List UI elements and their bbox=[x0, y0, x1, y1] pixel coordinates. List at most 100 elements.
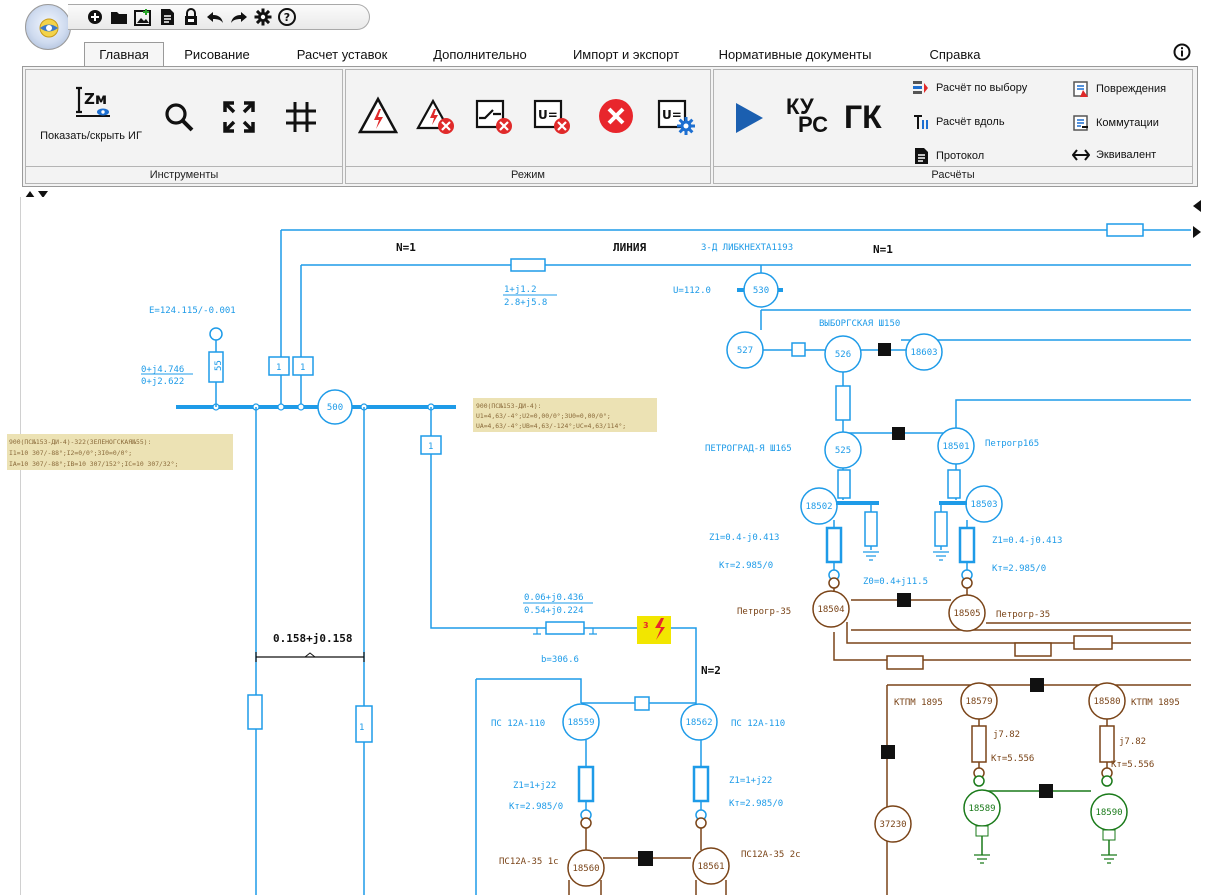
damages-button[interactable]: Повреждения bbox=[1072, 80, 1166, 98]
transformer-impedance: j7.82 bbox=[993, 730, 1020, 740]
switch-label: 1 bbox=[428, 442, 433, 452]
settings-gear-icon[interactable] bbox=[254, 8, 272, 26]
equivalent-arrows-icon bbox=[1072, 149, 1090, 161]
node-label: 18501 bbox=[942, 442, 969, 452]
substation-name: ПС 12А-110 bbox=[491, 719, 545, 729]
substation-name: Петрогр-35 bbox=[996, 610, 1050, 620]
kurs-button[interactable]: КУ РС bbox=[784, 94, 830, 142]
calc-along-label: Расчёт вдоль bbox=[936, 116, 1005, 128]
open-folder-icon[interactable] bbox=[110, 8, 128, 26]
image-icon[interactable] bbox=[134, 8, 152, 26]
fault-mode-button[interactable] bbox=[357, 96, 399, 136]
mutual-impedance: 0.158+j0.158 bbox=[273, 632, 352, 645]
gk-icon: ГК bbox=[844, 99, 882, 135]
switch-closed[interactable] bbox=[1030, 678, 1044, 692]
run-calculation-button[interactable] bbox=[730, 100, 766, 136]
node-label: 18504 bbox=[817, 605, 844, 615]
app-logo[interactable] bbox=[25, 4, 71, 50]
line-impedance[interactable] bbox=[510, 258, 546, 272]
commutations-icon bbox=[1073, 115, 1088, 131]
switch-closed[interactable] bbox=[881, 745, 895, 759]
calc-along-icon bbox=[914, 115, 928, 129]
node-label: 527 bbox=[737, 346, 753, 356]
info-icon[interactable] bbox=[1173, 43, 1191, 61]
switch-closed[interactable] bbox=[897, 593, 911, 607]
transformer-ratio: Кт=2.985/0 bbox=[719, 561, 773, 571]
voltage-remove-icon: U= bbox=[533, 99, 570, 134]
tab-main[interactable]: Главная bbox=[84, 42, 164, 66]
grid-toggle-button[interactable] bbox=[284, 100, 318, 134]
group-calculations: КУ РС ГК Расчёт по выбору Расчёт вдоль П… bbox=[713, 69, 1193, 184]
fit-view-button[interactable] bbox=[222, 100, 256, 134]
undo-icon[interactable] bbox=[206, 8, 224, 26]
close-circle-icon bbox=[599, 99, 633, 133]
impedance-element[interactable] bbox=[1106, 223, 1144, 237]
protocol-button[interactable]: Протокол bbox=[912, 147, 984, 165]
annotation-line: UA=4,63/-4°;UB=4,63/-124°;UC=4,63/114°; bbox=[476, 422, 626, 430]
scroll-left-icon[interactable] bbox=[1193, 200, 1201, 212]
svg-text:?: ? bbox=[284, 11, 290, 24]
substation-name: КТПМ 1895 bbox=[1131, 698, 1180, 708]
protocol-document-icon bbox=[915, 148, 928, 164]
generator-impedance-0: 0+j2.622 bbox=[141, 377, 184, 387]
switch-closed[interactable] bbox=[878, 343, 891, 356]
switch-closed[interactable] bbox=[892, 427, 905, 440]
generator-icon[interactable] bbox=[209, 327, 223, 341]
equivalent-button[interactable]: Эквивалент bbox=[1072, 147, 1156, 163]
switch-closed[interactable] bbox=[1039, 784, 1053, 798]
commutations-button[interactable]: Коммутации bbox=[1072, 114, 1159, 132]
document-icon[interactable] bbox=[158, 8, 176, 26]
impedance-zm-icon: Zм bbox=[76, 86, 110, 117]
transformer-ratio: Кт=5.556 bbox=[1111, 760, 1154, 770]
annotation-line: 900(ПС№153-ДИ-4): bbox=[476, 402, 541, 410]
tab-normative-docs[interactable]: Нормативные документы bbox=[702, 42, 888, 66]
voltage-settings-button[interactable]: U= bbox=[656, 96, 696, 136]
remove-voltage-button[interactable]: U= bbox=[532, 96, 572, 136]
group-tools-label: Инструменты bbox=[26, 166, 342, 183]
substation-name: КТПМ 1895 bbox=[894, 698, 943, 708]
annotation-line: IA=10 307/-88°;IB=10 307/152°;IC=10 307/… bbox=[9, 460, 178, 468]
lock-icon[interactable] bbox=[182, 8, 200, 26]
switch-closed[interactable] bbox=[638, 851, 653, 866]
play-icon bbox=[736, 103, 763, 133]
svg-text:U=: U= bbox=[662, 108, 682, 122]
generator-resistance: 55 bbox=[214, 360, 224, 371]
group-tools: Zм Показать/скрыть ИГ Инструменты bbox=[25, 69, 343, 184]
svg-text:U=: U= bbox=[538, 108, 558, 122]
line-impedance-label-0: 0.54+j0.224 bbox=[524, 606, 584, 616]
circuit-count: N=1 bbox=[873, 243, 893, 256]
tab-additional[interactable]: Дополнительно bbox=[420, 42, 540, 66]
transformer-impedance: j7.82 bbox=[1119, 737, 1146, 747]
calc-along-button[interactable]: Расчёт вдоль bbox=[912, 114, 1005, 130]
remove-fault-button[interactable] bbox=[416, 96, 456, 136]
damages-label: Повреждения bbox=[1096, 83, 1167, 95]
show-hide-ig-label: Показать/скрыть ИГ bbox=[40, 130, 142, 142]
gk-button[interactable]: ГК bbox=[842, 98, 884, 138]
circuit-count: N=2 bbox=[701, 664, 721, 677]
scroll-right-icon[interactable] bbox=[1193, 226, 1201, 238]
tab-import-export[interactable]: Импорт и экспорт bbox=[558, 42, 694, 66]
show-hide-ig-button[interactable]: Zм Показать/скрыть ИГ bbox=[36, 78, 146, 156]
menu-tabs: Главная Рисование Расчет уставок Дополни… bbox=[76, 42, 1202, 66]
transformer-impedance: Z1=0.4-j0.413 bbox=[709, 533, 779, 543]
tab-settings-calc[interactable]: Расчет уставок bbox=[280, 42, 404, 66]
diagram-canvas[interactable]: .bl { stroke:#1e9be8; fill:none; stroke-… bbox=[7, 197, 1201, 895]
remove-switch-button[interactable] bbox=[474, 96, 514, 136]
substation-name: ПС 12А-110 bbox=[731, 719, 785, 729]
equivalent-label: Эквивалент bbox=[1096, 149, 1157, 161]
search-zoom-button[interactable] bbox=[162, 100, 196, 134]
help-icon[interactable]: ? bbox=[278, 8, 296, 26]
search-icon bbox=[165, 103, 194, 132]
commutations-label: Коммутации bbox=[1096, 117, 1159, 129]
redo-icon[interactable] bbox=[230, 8, 248, 26]
switch-open[interactable] bbox=[634, 696, 650, 711]
tab-drawing[interactable]: Рисование bbox=[172, 42, 262, 66]
tab-help[interactable]: Справка bbox=[910, 42, 1000, 66]
calc-by-choice-button[interactable]: Расчёт по выбору bbox=[912, 80, 1027, 96]
line-impedance[interactable] bbox=[545, 621, 585, 635]
switch-open[interactable] bbox=[791, 342, 806, 357]
cancel-mode-button[interactable] bbox=[596, 96, 636, 136]
new-icon[interactable] bbox=[86, 8, 104, 26]
network-diagram[interactable]: .bl { stroke:#1e9be8; fill:none; stroke-… bbox=[1, 197, 1201, 895]
annotation-line: 900(ПС№153-ДИ-4)-322(ЗЕЛЕНОГСКАЯ№55): bbox=[9, 438, 151, 446]
